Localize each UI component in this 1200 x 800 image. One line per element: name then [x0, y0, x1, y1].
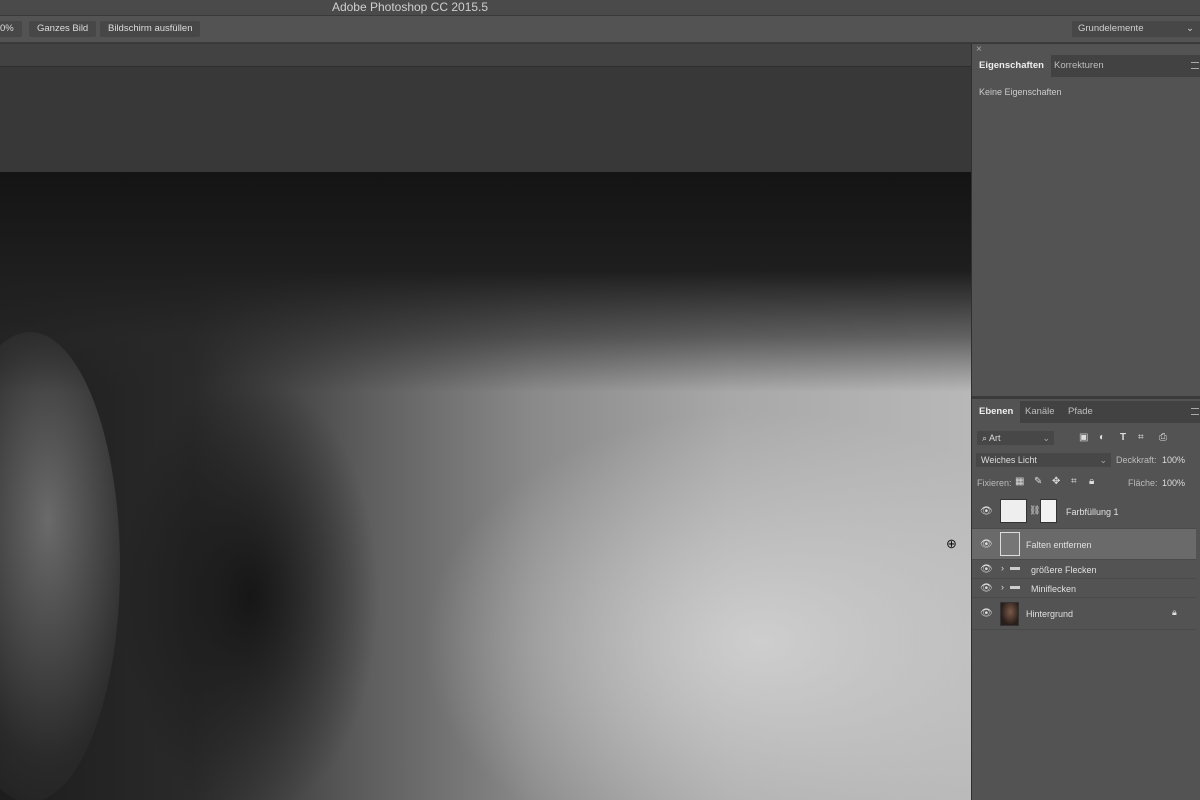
- layer-name: größere Flecken: [1031, 565, 1097, 575]
- folder-icon: ▬: [1010, 562, 1020, 573]
- chevron-right-icon[interactable]: ›: [1001, 582, 1004, 592]
- chevron-down-icon: ⌄: [1099, 453, 1107, 467]
- layer-row-selected[interactable]: 👁︎ Falten entfernen: [972, 529, 1196, 560]
- properties-tab-bar: Eigenschaften Korrekturen: [972, 55, 1200, 77]
- lock-brush-icon[interactable]: ✎: [1034, 476, 1042, 487]
- opacity-input[interactable]: 100%: [1162, 455, 1185, 465]
- zoom-cursor-icon: ⊕: [946, 536, 957, 552]
- layer-thumbnail: [1000, 532, 1020, 556]
- eye-icon[interactable]: 👁︎: [980, 583, 993, 594]
- tab-korrekturen[interactable]: Korrekturen: [1047, 55, 1111, 77]
- layer-name: Miniflecken: [1031, 584, 1076, 594]
- fill-input[interactable]: 100%: [1162, 478, 1185, 488]
- panel-menu-icon[interactable]: [1191, 62, 1199, 69]
- layer-group-row[interactable]: 👁︎ › ▬ Miniflecken: [972, 579, 1196, 598]
- filter-label: Art: [989, 433, 1001, 443]
- fit-screen-button[interactable]: Ganzes Bild: [29, 21, 96, 37]
- document-tab-bar: [0, 44, 971, 67]
- tab-pfade[interactable]: Pfade: [1061, 401, 1100, 423]
- smart-object-filter-icon[interactable]: ⎙: [1159, 432, 1167, 443]
- layer-name: Falten entfernen: [1026, 540, 1092, 550]
- background-thumbnail: [1000, 602, 1019, 626]
- eye-icon[interactable]: 👁︎: [980, 506, 993, 517]
- panel-divider: [972, 396, 1200, 399]
- close-panel-button[interactable]: ×: [976, 44, 982, 55]
- workspace-label: Grundelemente: [1078, 23, 1143, 34]
- shape-filter-icon[interactable]: ⌗: [1138, 432, 1144, 443]
- adjustment-filter-icon[interactable]: ◐: [1099, 432, 1105, 443]
- tab-kanaele[interactable]: Kanäle: [1018, 401, 1062, 423]
- lock-label: Fixieren:: [977, 478, 1012, 488]
- lock-all-icon[interactable]: 🔒︎: [1089, 476, 1094, 487]
- eye-icon[interactable]: 👁︎: [980, 564, 993, 575]
- fill-thumbnail: [1000, 499, 1027, 523]
- right-panel-dock: × Eigenschaften Korrekturen Keine Eigens…: [971, 44, 1200, 800]
- mask-thumbnail: [1040, 499, 1057, 523]
- blend-mode-label: Weiches Licht: [981, 455, 1037, 465]
- options-bar: 0% Ganzes Bild Bildschirm ausfüllen Grun…: [0, 16, 1200, 43]
- lock-artboard-icon[interactable]: ⌗: [1071, 476, 1077, 487]
- chevron-right-icon[interactable]: ›: [1001, 563, 1004, 573]
- opacity-label: Deckkraft:: [1116, 455, 1157, 465]
- layer-row[interactable]: 👁︎ ⛓︎ Farbfüllung 1: [972, 495, 1196, 529]
- photo-shadow-region: [120, 372, 380, 800]
- chevron-down-icon: ⌄: [1186, 21, 1194, 37]
- link-icon[interactable]: ⛓︎: [1029, 505, 1040, 516]
- fill-label: Fläche:: [1128, 478, 1158, 488]
- blend-mode-select[interactable]: Weiches Licht ⌄: [976, 453, 1111, 467]
- folder-icon: ▬: [1010, 581, 1020, 592]
- search-icon: ⌕: [982, 433, 989, 443]
- pasteboard: [0, 67, 971, 172]
- photo-hair-region: [0, 172, 971, 392]
- type-filter-icon[interactable]: T: [1120, 432, 1126, 443]
- layer-name: Hintergrund: [1026, 609, 1073, 619]
- fill-screen-button[interactable]: Bildschirm ausfüllen: [100, 21, 200, 37]
- layer-row[interactable]: 👁︎ Hintergrund 🔒︎: [972, 598, 1196, 630]
- lock-icon[interactable]: 🔒︎: [1172, 607, 1177, 618]
- pixel-filter-icon[interactable]: ▣: [1079, 432, 1088, 443]
- chevron-down-icon: ⌄: [1042, 431, 1050, 445]
- zoom-100-button[interactable]: 0%: [0, 21, 22, 37]
- layer-group-row[interactable]: 👁︎ › ▬ größere Flecken: [972, 560, 1196, 579]
- layer-name: Farbfüllung 1: [1066, 507, 1119, 517]
- properties-message: Keine Eigenschaften: [979, 87, 1062, 97]
- lock-transparent-icon[interactable]: ▦: [1015, 476, 1024, 487]
- workspace-select[interactable]: Grundelemente ⌄: [1072, 21, 1200, 37]
- photo-ear-region: [0, 332, 120, 800]
- title-bar: Adobe Photoshop CC 2015.5: [0, 0, 1200, 16]
- eye-icon[interactable]: 👁︎: [980, 608, 993, 619]
- layers-tab-bar: Ebenen Kanäle Pfade: [972, 401, 1200, 423]
- tab-eigenschaften[interactable]: Eigenschaften: [972, 55, 1051, 77]
- panel-menu-icon[interactable]: [1191, 408, 1199, 415]
- layer-filter-select[interactable]: ⌕ Art ⌄: [977, 431, 1054, 445]
- document-canvas[interactable]: ⊕: [0, 172, 971, 800]
- lock-position-icon[interactable]: ✥: [1052, 476, 1060, 487]
- eye-icon[interactable]: 👁︎: [980, 539, 993, 550]
- tab-ebenen[interactable]: Ebenen: [972, 401, 1020, 423]
- app-title: Adobe Photoshop CC 2015.5: [332, 0, 488, 14]
